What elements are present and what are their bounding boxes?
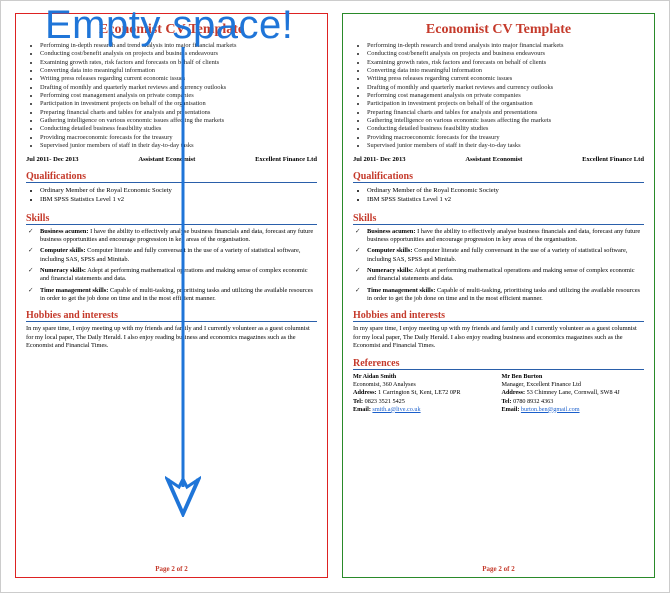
ref-name: Mr Ben Burton xyxy=(502,373,645,381)
skills-heading: Skills xyxy=(353,213,644,225)
bullet: Providing macroeconomic forecasts for th… xyxy=(367,134,644,142)
ref-name: Mr Aidan Smith xyxy=(353,373,496,381)
experience-bullets: Performing in-depth research and trend a… xyxy=(353,42,644,150)
job-company: Excellent Finance Ltd xyxy=(582,156,644,163)
ref-email-link[interactable]: burton.ben@gmail.com xyxy=(521,406,580,413)
page-footer: Page 2 of 2 xyxy=(26,559,317,573)
email-label: Email: xyxy=(502,406,520,413)
bullet: Conducting cost/benefit analysis on proj… xyxy=(367,50,644,58)
skill-label: Numeracy skills: xyxy=(40,267,86,274)
skill: Time management skills: Capable of multi… xyxy=(40,287,317,304)
skill: Numeracy skills: Adept at performing mat… xyxy=(40,267,317,284)
skill-label: Time management skills: xyxy=(367,287,435,294)
skills-list: Business acumen: I have the ability to e… xyxy=(353,228,644,307)
bullet: Preparing financial charts and tables fo… xyxy=(367,109,644,117)
job-role: Assistant Economist xyxy=(138,156,195,163)
bullet: Preparing financial charts and tables fo… xyxy=(40,109,317,117)
cv-page-right: Economist CV Template Performing in-dept… xyxy=(342,13,655,578)
skill: Numeracy skills: Adept at performing mat… xyxy=(367,267,644,284)
bullet: Performing cost management analysis on p… xyxy=(40,92,317,100)
bullet: Performing in-depth research and trend a… xyxy=(367,42,644,50)
job-role: Assistant Economist xyxy=(465,156,522,163)
reference: Mr Aidan Smith Economist, 360 Analyses A… xyxy=(353,373,496,413)
address-label: Address: xyxy=(502,389,526,396)
ref-role: Manager, Excellent Finance Ltd xyxy=(502,381,645,389)
bullet: Writing press releases regarding current… xyxy=(367,75,644,83)
ref-email-link[interactable]: smith.a@live.co.uk xyxy=(372,406,420,413)
bullet: Examining growth rates, risk factors and… xyxy=(40,59,317,67)
hobbies-heading: Hobbies and interests xyxy=(26,310,317,322)
hobbies-heading: Hobbies and interests xyxy=(353,310,644,322)
bullet: Participation in investment projects on … xyxy=(40,100,317,108)
bullet: Conducting cost/benefit analysis on proj… xyxy=(40,50,317,58)
experience-bullets: Performing in-depth research and trend a… xyxy=(26,42,317,150)
skill: Time management skills: Capable of multi… xyxy=(367,287,644,304)
bullet: Providing macroeconomic forecasts for th… xyxy=(40,134,317,142)
tel-label: Tel: xyxy=(353,398,363,405)
page-title: Economist CV Template xyxy=(353,22,644,38)
job-line: Jul 2011- Dec 2013 Assistant Economist E… xyxy=(353,156,644,163)
skills-heading: Skills xyxy=(26,213,317,225)
tel-label: Tel: xyxy=(502,398,512,405)
skill-label: Computer skills: xyxy=(367,247,413,254)
qualification: IBM SPSS Statistics Level 1 v2 xyxy=(367,195,644,204)
bullet: Drafting of monthly and quarterly market… xyxy=(40,84,317,92)
bullet: Drafting of monthly and quarterly market… xyxy=(367,84,644,92)
bullet: Gathering intelligence on various econom… xyxy=(40,117,317,125)
qualification: Ordinary Member of the Royal Economic So… xyxy=(40,186,317,195)
email-label: Email: xyxy=(353,406,371,413)
skill-label: Business acumen: xyxy=(367,228,415,235)
cv-page-left: Economist CV Template Performing in-dept… xyxy=(15,13,328,578)
qualifications-heading: Qualifications xyxy=(26,171,317,183)
skills-list: Business acumen: I have the ability to e… xyxy=(26,228,317,307)
page-footer: Page 2 of 2 xyxy=(353,559,644,573)
reference: Mr Ben Burton Manager, Excellent Finance… xyxy=(502,373,645,413)
skill-label: Computer skills: xyxy=(40,247,86,254)
bullet: Writing press releases regarding current… xyxy=(40,75,317,83)
bullet: Supervised junior members of staff in th… xyxy=(367,142,644,150)
qualifications-heading: Qualifications xyxy=(353,171,644,183)
references-heading: References xyxy=(353,358,644,370)
job-dates: Jul 2011- Dec 2013 xyxy=(353,156,406,163)
qualifications-list: Ordinary Member of the Royal Economic So… xyxy=(353,186,644,204)
bullet: Conducting detailed business feasibility… xyxy=(367,125,644,133)
job-dates: Jul 2011- Dec 2013 xyxy=(26,156,79,163)
references-block: Mr Aidan Smith Economist, 360 Analyses A… xyxy=(353,373,644,413)
qualification: IBM SPSS Statistics Level 1 v2 xyxy=(40,195,317,204)
ref-tel: 0823 3521 5425 xyxy=(365,398,405,405)
address-label: Address: xyxy=(353,389,377,396)
bullet: Participation in investment projects on … xyxy=(367,100,644,108)
bullet: Examining growth rates, risk factors and… xyxy=(367,59,644,67)
bullet: Conducting detailed business feasibility… xyxy=(40,125,317,133)
skill: Computer skills: Computer literate and f… xyxy=(40,247,317,264)
skill-label: Time management skills: xyxy=(40,287,108,294)
skill: Computer skills: Computer literate and f… xyxy=(367,247,644,264)
job-line: Jul 2011- Dec 2013 Assistant Economist E… xyxy=(26,156,317,163)
skill-label: Business acumen: xyxy=(40,228,88,235)
bullet: Converting data into meaningful informat… xyxy=(40,67,317,75)
bullet: Gathering intelligence on various econom… xyxy=(367,117,644,125)
bullet: Converting data into meaningful informat… xyxy=(367,67,644,75)
skill-label: Numeracy skills: xyxy=(367,267,413,274)
qualification: Ordinary Member of the Royal Economic So… xyxy=(367,186,644,195)
ref-address: 53 Chimney Lane, Cornwall, SW8 4J xyxy=(527,389,620,396)
qualifications-list: Ordinary Member of the Royal Economic So… xyxy=(26,186,317,204)
bullet: Supervised junior members of staff in th… xyxy=(40,142,317,150)
ref-address: 1 Carrington St, Kent, LE72 0PR xyxy=(378,389,460,396)
skill: Business acumen: I have the ability to e… xyxy=(367,228,644,245)
bullet: Performing cost management analysis on p… xyxy=(367,92,644,100)
skill: Business acumen: I have the ability to e… xyxy=(40,228,317,245)
hobbies-text: In my spare time, I enjoy meeting up wit… xyxy=(26,325,317,350)
job-company: Excellent Finance Ltd xyxy=(255,156,317,163)
ref-tel: 0780 8932 4363 xyxy=(513,398,553,405)
annotation-label: Empty space! xyxy=(45,3,293,48)
ref-role: Economist, 360 Analyses xyxy=(353,381,496,389)
hobbies-text: In my spare time, I enjoy meeting up wit… xyxy=(353,325,644,350)
